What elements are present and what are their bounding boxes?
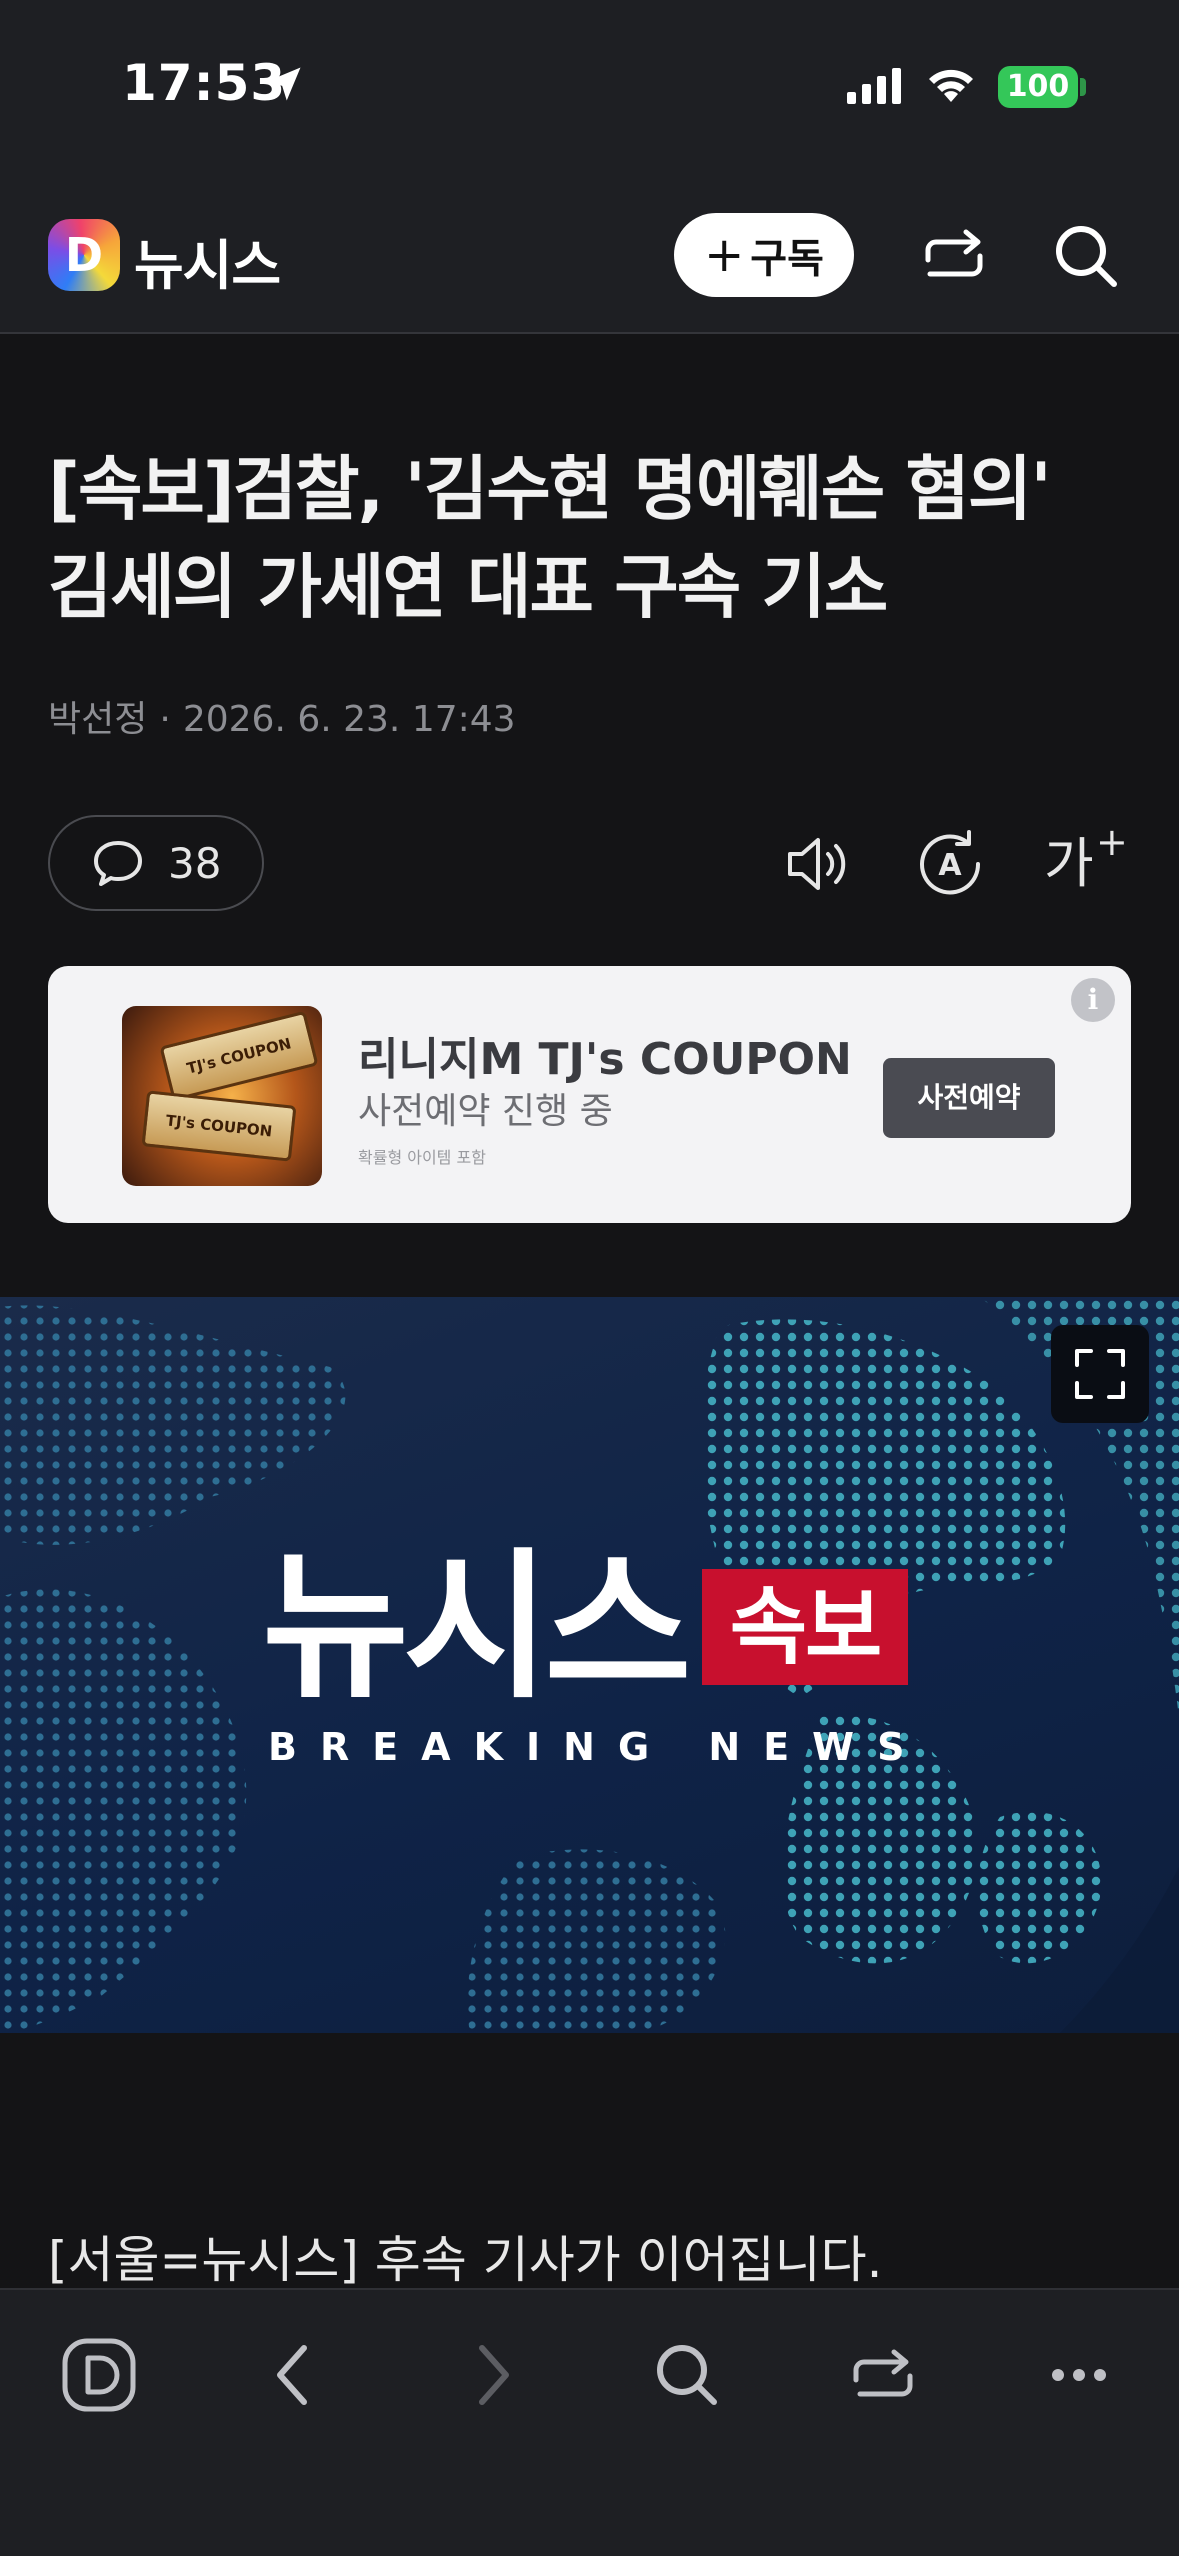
battery-cap [1080,78,1086,96]
comment-count: 38 [168,838,222,888]
plus-icon: + [704,227,745,283]
expand-icon[interactable] [1051,1325,1149,1423]
headline-line-2: 김세의 가세연 대표 구속 기소 [48,546,888,628]
ad-info-icon[interactable]: i [1071,978,1115,1022]
share-icon[interactable] [838,2330,928,2420]
comment-bubble-icon [94,841,142,886]
app-header: D 뉴시스 + 구독 [0,176,1179,334]
hero-breaking-badge: 속보 [702,1569,908,1685]
location-arrow-icon [267,67,301,101]
back-icon[interactable] [250,2330,340,2420]
font-size-plus: + [1096,820,1128,864]
brand-name[interactable]: 뉴시스 [134,221,281,300]
cellular-signal-icon [847,68,901,104]
share-icon[interactable] [914,216,994,296]
search-icon[interactable] [642,2330,732,2420]
article-body: [서울=뉴시스] 후속 기사가 이어집니다. [48,2231,883,2289]
ad-thumbnail: TJ's COUPON TJ's COUPON [122,1006,322,1186]
speaker-icon[interactable] [776,822,860,906]
translate-icon[interactable]: A [908,822,992,906]
hero-subtitle: BREAKING NEWS [268,1725,928,1769]
ad-cta-button[interactable]: 사전예약 [883,1058,1055,1138]
home-d-icon[interactable] [54,2330,144,2420]
article-hero-image: 뉴시스 속보 BREAKING NEWS [0,1297,1179,2033]
subscribe-label: 구독 [750,236,824,282]
search-icon[interactable] [1046,216,1126,296]
ad-banner[interactable]: TJ's COUPON TJ's COUPON 리니지M TJ's COUPON… [48,966,1131,1223]
font-size-label: 가 [1044,832,1094,895]
forward-icon[interactable] [446,2330,536,2420]
wifi-icon [929,69,973,102]
headline-line-1: [속보]검찰, '김수현 명예훼손 혐의' [48,448,1052,530]
author-name[interactable]: 박선정 [48,699,147,740]
hero-brand-text: 뉴시스 [262,1533,692,1720]
coupon-graphic-1: TJ's COUPON [159,1010,319,1102]
ad-disclaimer: 확률형 아이템 포함 [358,1148,486,1167]
status-bar: 17:53 100 [0,0,1179,176]
byline-separator: · [159,699,171,740]
ad-subtitle: 사전예약 진행 중 [358,1091,613,1132]
bottom-toolbar [0,2288,1179,2556]
battery-indicator: 100 [998,66,1078,108]
brand-logo[interactable]: D [48,219,120,291]
svg-text:A: A [938,848,962,883]
comments-button[interactable]: 38 [48,815,264,911]
brand-logo-letter: D [64,228,104,282]
font-size-icon[interactable]: 가 + [1044,820,1128,906]
published-datetime: 2026. 6. 23. 17:43 [182,699,516,740]
more-icon[interactable] [1034,2330,1124,2420]
coupon-graphic-2: TJ's COUPON [141,1090,297,1162]
article-headline: [속보]검찰, '김수현 명예훼손 혐의' 김세의 가세연 대표 구속 기소 [48,440,1138,636]
article-byline: 박선정 · 2026. 6. 23. 17:43 [48,690,516,742]
ad-title: 리니지M TJ's COUPON [358,1034,852,1085]
subscribe-button[interactable]: + 구독 [674,213,854,297]
